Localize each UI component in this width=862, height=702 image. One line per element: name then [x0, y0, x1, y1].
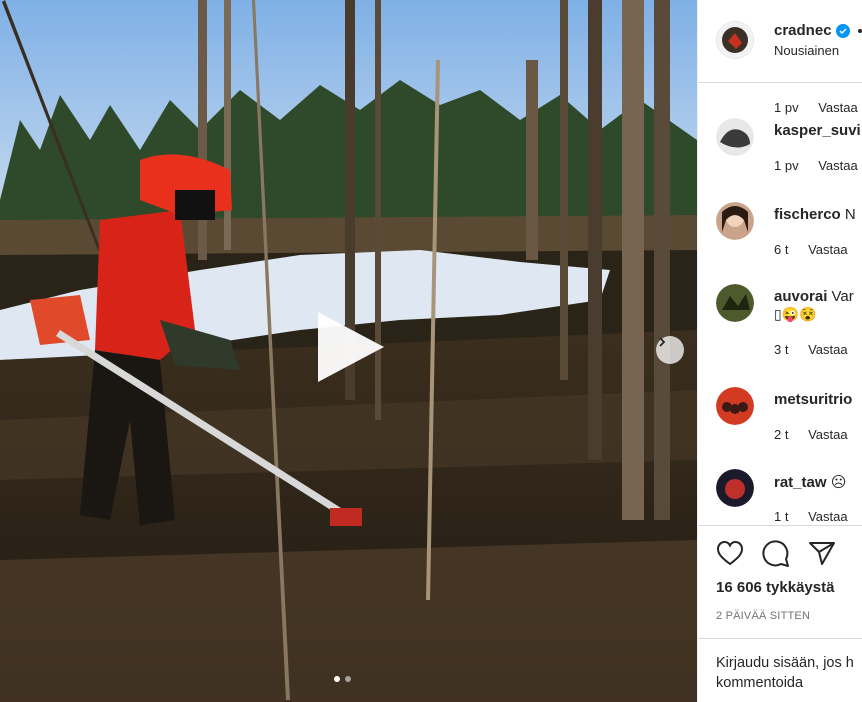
login-prompt: Kirjaudu sisään, jos h kommentoida — [698, 638, 862, 702]
comment-emojis: ▯😜😵 — [774, 306, 817, 322]
play-icon — [318, 312, 384, 382]
heart-icon[interactable] — [716, 540, 744, 566]
separator-dot — [857, 28, 862, 33]
comment-meta: 6 t Vastaa — [774, 242, 862, 257]
comment-time: 1 pv — [774, 158, 799, 173]
post-username[interactable]: cradnec — [774, 22, 862, 39]
comment-text: ☹ — [826, 474, 847, 491]
comment-time: 6 t — [774, 242, 789, 257]
post-username-text[interactable]: cradnec — [774, 22, 832, 39]
avatar[interactable] — [716, 118, 754, 156]
reply-button[interactable]: Vastaa — [808, 427, 848, 442]
like-count[interactable]: 16 606 tykkäystä — [716, 579, 834, 596]
comment-time: 1 t — [774, 509, 789, 524]
comment-text: N — [840, 206, 856, 223]
comment-username-text[interactable]: fischerco — [774, 206, 841, 223]
comment-item: fischerco N 6 t Vastaa — [698, 202, 862, 272]
reply-button[interactable]: Vastaa — [818, 158, 858, 173]
carousel-dot — [345, 676, 351, 682]
login-prompt-text[interactable]: Kirjaudu sisään, jos h kommentoida — [716, 653, 862, 693]
post-media[interactable] — [0, 0, 697, 702]
comment-username-text[interactable]: auvorai — [774, 288, 827, 305]
comment-username[interactable]: kasper_suvi — [774, 122, 861, 139]
action-icons — [716, 540, 836, 568]
post-header: cradnec Nousiainen — [698, 0, 862, 83]
comment-meta: 3 t Vastaa — [774, 342, 862, 357]
reply-button[interactable]: Vastaa — [818, 100, 858, 115]
comment-username[interactable]: fischerco N — [774, 206, 856, 223]
comment-username-text[interactable]: rat_taw — [774, 474, 827, 491]
avatar[interactable] — [716, 202, 754, 240]
comment-time: 1 pv — [774, 100, 799, 115]
reply-button[interactable]: Vastaa — [808, 342, 848, 357]
comment-item: metsuritrio 2 t Vastaa — [698, 387, 862, 457]
comment-meta: 1 t Vastaa — [774, 509, 862, 524]
comment-meta: 1 pv Vastaa — [774, 158, 862, 173]
comment-time: 3 t — [774, 342, 789, 357]
comment-username[interactable]: auvorai Var — [774, 288, 854, 305]
post-date: 2 PÄIVÄÄ SITTEN — [716, 610, 811, 622]
avatar[interactable] — [716, 21, 754, 59]
reply-button[interactable]: Vastaa — [808, 242, 848, 257]
post-location[interactable]: Nousiainen — [774, 43, 839, 58]
avatar[interactable] — [716, 469, 754, 507]
comment-bubble-icon[interactable] — [762, 540, 790, 568]
comment-item: rat_taw ☹ 1 t Vastaa — [698, 469, 862, 525]
comment-text: Var — [827, 288, 854, 305]
reply-button[interactable]: Vastaa — [808, 509, 848, 524]
comment-meta: 2 t Vastaa — [774, 427, 862, 442]
avatar[interactable] — [716, 387, 754, 425]
comment-meta: 1 pv Vastaa — [774, 100, 862, 115]
comment-item: kasper_suvi 1 pv Vastaa — [698, 118, 862, 188]
post-actions: 16 606 tykkäystä 2 PÄIVÄÄ SITTEN — [698, 525, 862, 639]
paper-plane-icon[interactable] — [808, 540, 836, 566]
comment-item: auvorai Var ▯😜😵 3 t Vastaa — [698, 284, 862, 357]
carousel-next-button[interactable] — [656, 336, 684, 364]
chevron-right-icon — [659, 337, 666, 347]
comment-username[interactable]: metsuritrio — [774, 391, 852, 408]
avatar[interactable] — [716, 284, 754, 322]
play-button[interactable] — [312, 308, 388, 386]
comment-time: 2 t — [774, 427, 789, 442]
comment-username[interactable]: rat_taw ☹ — [774, 473, 846, 491]
carousel-indicator — [334, 676, 351, 682]
post-side-panel: 1 pv Vastaa kasper_suvi 1 pv Vastaa fisc… — [697, 0, 862, 702]
verified-badge-icon — [835, 23, 850, 38]
carousel-dot-active — [334, 676, 340, 682]
